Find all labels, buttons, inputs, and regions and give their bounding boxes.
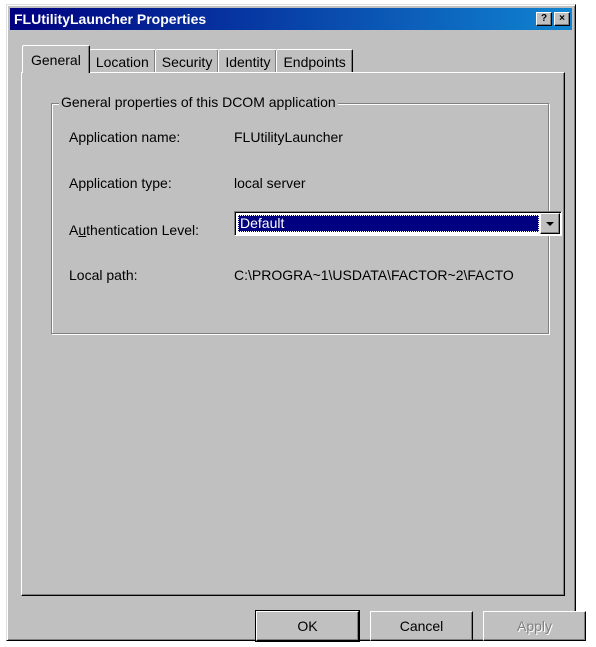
authentication-level-value: Default [238, 215, 539, 232]
authentication-level-row: Authentication Level: [69, 222, 234, 238]
close-icon[interactable]: × [554, 12, 570, 26]
application-name-row: Application name: FLUtilityLauncher [69, 129, 343, 145]
title-bar[interactable]: FLUtilityLauncher Properties ? × [10, 8, 572, 30]
tab-identity[interactable]: Identity [218, 49, 278, 73]
tab-security[interactable]: Security [154, 49, 220, 73]
authentication-level-select[interactable]: Default [234, 211, 562, 236]
tab-general[interactable]: General [22, 45, 90, 73]
local-path-row: Local path: C:\PROGRA~1\USDATA\FACTOR~2\… [69, 267, 514, 283]
group-legend: General properties of this DCOM applicat… [59, 94, 338, 110]
application-name-value: FLUtilityLauncher [234, 129, 343, 145]
authentication-level-label: Authentication Level: [69, 222, 199, 238]
properties-dialog: FLUtilityLauncher Properties ? × General… [6, 4, 586, 642]
general-tab-panel: General properties of this DCOM applicat… [21, 72, 565, 596]
ok-button[interactable]: OK [255, 610, 360, 642]
tab-location[interactable]: Location [88, 49, 156, 73]
cancel-button[interactable]: Cancel [370, 611, 473, 641]
help-icon[interactable]: ? [536, 12, 552, 26]
dropdown-button[interactable] [540, 213, 560, 234]
local-path-value: C:\PROGRA~1\USDATA\FACTOR~2\FACTO [234, 267, 514, 283]
apply-button[interactable]: Apply [483, 611, 586, 641]
general-properties-group: General properties of this DCOM applicat… [51, 94, 562, 334]
chevron-down-icon [546, 221, 554, 226]
tab-endpoints[interactable]: Endpoints [276, 49, 353, 73]
local-path-label: Local path: [69, 267, 138, 283]
application-type-value: local server [234, 175, 306, 191]
tab-strip: General Location Security Identity Endpo… [22, 45, 353, 73]
application-type-row: Application type: local server [69, 175, 306, 191]
application-type-label: Application type: [69, 175, 172, 191]
application-name-label: Application name: [69, 129, 181, 145]
window-title: FLUtilityLauncher Properties [14, 11, 207, 27]
